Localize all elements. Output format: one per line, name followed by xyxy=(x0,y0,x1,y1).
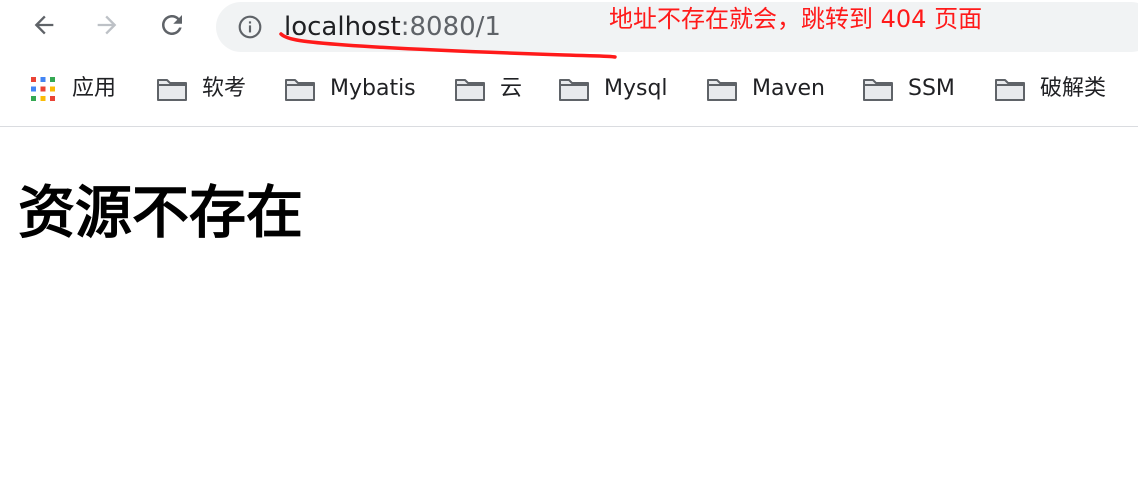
url-text[interactable]: localhost:8080/1 xyxy=(284,11,501,43)
folder-icon xyxy=(455,79,485,101)
bookmark-label: 应用 xyxy=(72,76,117,101)
bookmark-label: 破解类 xyxy=(1040,76,1107,101)
bookmark-apps[interactable]: 应用 xyxy=(30,73,116,105)
browser-toolbar: localhost:8080/1 地址不存在就会，跳转到 404 页面 xyxy=(0,0,1138,60)
folder-icon xyxy=(707,79,737,101)
bookmark-folder-ssm[interactable]: SSM xyxy=(862,73,955,105)
folder-icon xyxy=(863,79,893,101)
apps-grid-icon xyxy=(31,77,55,101)
bookmark-label: 云 xyxy=(500,76,523,101)
folder-icon xyxy=(995,79,1025,101)
bookmark-label: 软考 xyxy=(202,76,247,101)
bookmark-label: SSM xyxy=(908,76,955,101)
annotation-text: 地址不存在就会，跳转到 404 页面 xyxy=(609,5,983,33)
page-heading: 资源不存在 xyxy=(18,180,303,246)
folder-icon xyxy=(559,79,589,101)
bookmarks-bar: 应用 软考 Mybatis 云 Mysql Maven SSM 破解类 xyxy=(0,60,1138,127)
bookmark-folder-mybatis[interactable]: Mybatis xyxy=(284,73,416,105)
back-button[interactable] xyxy=(27,8,61,42)
url-host: localhost xyxy=(284,12,401,42)
reload-button[interactable] xyxy=(155,8,189,42)
bookmark-label: Mybatis xyxy=(330,76,416,101)
forward-button[interactable] xyxy=(90,8,124,42)
bookmark-folder-yun[interactable]: 云 xyxy=(454,73,522,105)
bookmark-label: Maven xyxy=(752,76,825,101)
url-path: :8080/1 xyxy=(400,12,501,42)
reload-icon xyxy=(162,14,182,35)
folder-icon xyxy=(285,79,315,101)
folder-icon xyxy=(157,79,187,101)
bookmark-folder-maven[interactable]: Maven xyxy=(706,73,825,105)
info-icon[interactable] xyxy=(237,14,263,40)
bookmark-folder-mysql[interactable]: Mysql xyxy=(558,73,668,105)
arrow-right-icon xyxy=(97,15,117,35)
arrow-left-icon xyxy=(34,15,54,35)
bookmark-label: Mysql xyxy=(604,76,668,101)
bookmark-folder-pojie[interactable]: 破解类 xyxy=(994,73,1106,105)
bookmark-folder-ruankao[interactable]: 软考 xyxy=(156,73,246,105)
